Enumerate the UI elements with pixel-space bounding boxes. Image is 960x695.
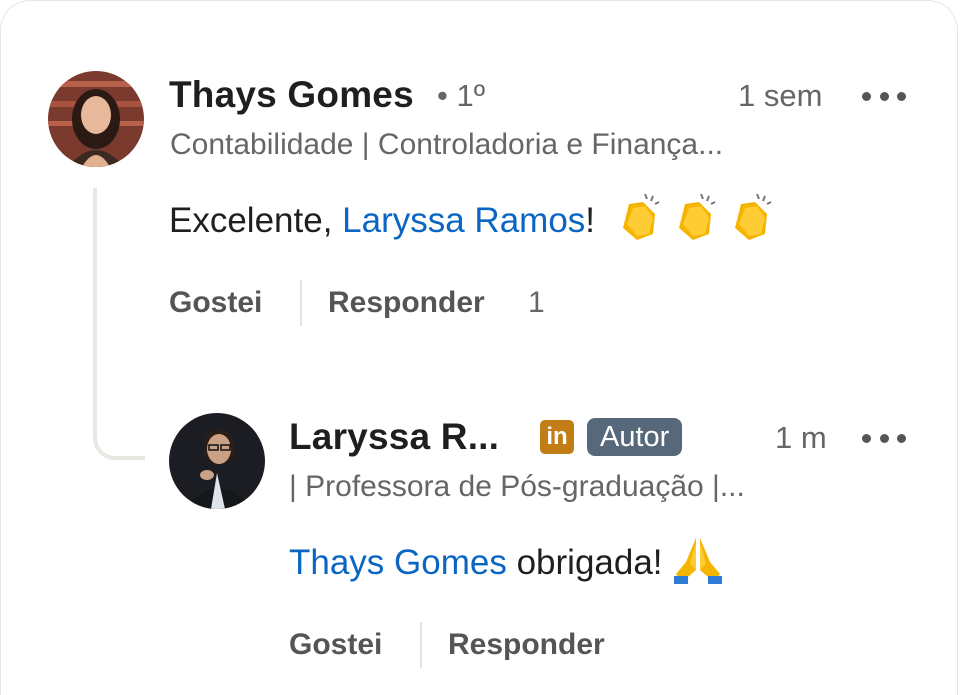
- avatar[interactable]: [48, 71, 144, 167]
- more-options-icon[interactable]: [862, 430, 906, 446]
- reply-button[interactable]: Responder: [448, 628, 605, 662]
- like-button[interactable]: Gostei: [169, 286, 262, 320]
- comment-text-suffix: !: [585, 200, 596, 240]
- more-options-icon[interactable]: [862, 88, 906, 104]
- action-divider: [300, 280, 302, 326]
- comment-text: Thays Gomes obrigada!: [289, 536, 724, 593]
- timestamp: 1 m: [775, 420, 827, 455]
- author-headline: Contabilidade | Controladoria e Finança.…: [170, 128, 724, 161]
- folded-hands-icon: [672, 536, 724, 593]
- mention-link[interactable]: Laryssa Ramos: [342, 201, 585, 240]
- author-name[interactable]: Laryssa R...: [289, 416, 499, 458]
- timestamp: 1 sem: [738, 78, 823, 113]
- reply-button[interactable]: Responder: [328, 286, 485, 320]
- comment-text-suffix: obrigada!: [506, 542, 673, 582]
- linkedin-icon: in: [540, 420, 574, 454]
- mention-link[interactable]: Thays Gomes: [289, 543, 507, 582]
- author-badge: Autor: [587, 418, 683, 456]
- author-headline: | Professora de Pós-graduação |...: [289, 470, 745, 503]
- action-divider: [420, 622, 422, 668]
- connection-degree: • 1º: [437, 78, 486, 113]
- like-button[interactable]: Gostei: [289, 628, 382, 662]
- avatar[interactable]: [169, 413, 265, 509]
- comment-text-prefix: Excelente,: [169, 200, 343, 240]
- thread-connector: [93, 188, 145, 460]
- comment-text: Excelente, Laryssa Ramos!: [169, 193, 777, 251]
- clapping-hands-icon: [615, 193, 777, 251]
- author-name[interactable]: Thays Gomes: [169, 74, 414, 116]
- reply-count: 1: [528, 286, 545, 319]
